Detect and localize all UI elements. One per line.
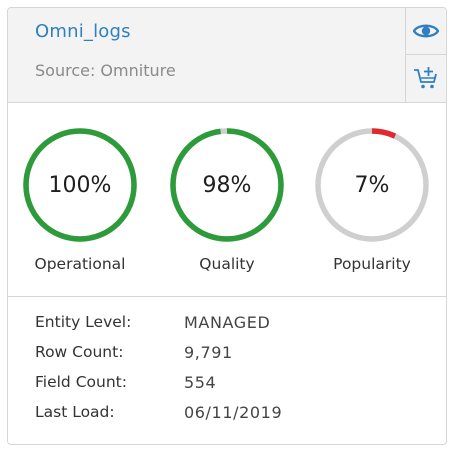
popularity-label: Popularity [333, 255, 411, 273]
detail-row-entity-level: Entity Level: MANAGED [35, 313, 435, 343]
dataset-source: Source: Omniture [35, 61, 176, 80]
last-load-label: Last Load: [35, 403, 115, 421]
row-count-label: Row Count: [35, 343, 124, 361]
eye-icon [413, 24, 439, 38]
metric-popularity: 7% Popularity [312, 125, 432, 295]
detail-row-field-count: Field Count: 554 [35, 373, 435, 403]
quality-value: 98% [202, 172, 252, 198]
add-to-cart-icon [414, 67, 437, 89]
card-header: Omni_logs Source: Omniture [8, 8, 446, 103]
last-load-value: 06/11/2019 [184, 403, 283, 422]
details-list: Entity Level: MANAGED Row Count: 9,791 F… [35, 313, 435, 433]
entity-level-value: MANAGED [184, 313, 271, 332]
detail-row-row-count: Row Count: 9,791 [35, 343, 435, 373]
field-count-value: 554 [184, 373, 217, 392]
action-column [405, 8, 446, 102]
field-count-label: Field Count: [35, 373, 127, 391]
detail-row-last-load: Last Load: 06/11/2019 [35, 403, 435, 433]
entity-level-label: Entity Level: [35, 313, 132, 331]
add-to-cart-button[interactable] [406, 55, 446, 101]
popularity-value: 7% [354, 172, 390, 198]
dataset-title-link[interactable]: Omni_logs [35, 21, 131, 42]
dataset-card: Omni_logs Source: Omniture 100% Operatio… [7, 7, 447, 445]
metric-operational: 100% Operational [20, 125, 140, 295]
view-button[interactable] [406, 8, 446, 55]
quality-label: Quality [199, 255, 255, 273]
operational-label: Operational [34, 255, 126, 273]
operational-value: 100% [48, 172, 112, 198]
row-count-value: 9,791 [184, 343, 233, 362]
metric-quality: 98% Quality [167, 125, 287, 295]
metrics-panel: 100% Operational 98% Quality 7% Populari… [8, 103, 446, 297]
